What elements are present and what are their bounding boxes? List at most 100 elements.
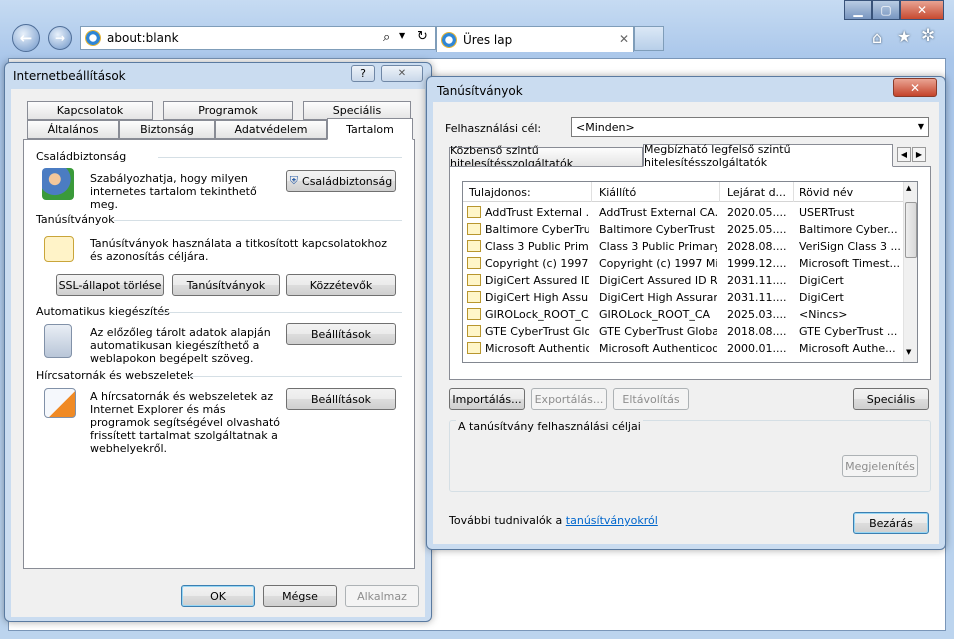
browser-tab[interactable]: Üres lap ✕ [436,26,634,52]
certificate-icon [467,206,481,218]
search-icon[interactable]: ⌕ [383,30,390,45]
family-safety-icon [42,168,74,200]
table-row[interactable]: Class 3 Public Prima... Class 3 Public Pr… [463,238,901,255]
table-row[interactable]: Baltimore CyberTru... Baltimore CyberTrus… [463,221,901,238]
shield-icon: ⛨ [289,174,299,187]
table-row[interactable]: DigiCert High Assur... DigiCert High Assu… [463,289,901,306]
tab-close-icon[interactable]: ✕ [619,32,629,46]
scrollbar-thumb[interactable] [905,202,917,258]
remove-button[interactable]: Eltávolítás [613,388,689,410]
rss-feed-icon [44,388,76,418]
certificate-icon [44,236,74,262]
family-safety-button[interactable]: ⛨ Családbiztonság [286,170,396,192]
certificate-list[interactable]: Tulajdonos: Kiállító Lejárat d... Rövid … [462,181,918,363]
window-controls: ▁ ▢ ✕ [844,0,944,20]
column-header-expiry[interactable]: Lejárat d... [727,186,786,199]
table-cell: 2025.03.... [727,308,787,321]
table-row[interactable]: DigiCert Assured ID... DigiCert Assured I… [463,272,901,289]
scroll-down-icon[interactable]: ▼ [906,348,911,356]
separator [188,376,402,377]
more-info-text: További tudnivalók a tanúsítványokról [449,514,658,527]
table-cell: DigiCert Assured ID... [485,274,589,287]
list-header: Tulajdonos: Kiállító Lejárat d... Rövid … [463,182,903,202]
close-icon: ✕ [397,68,407,79]
vertical-scrollbar[interactable]: ▲ ▼ [903,182,917,362]
certificates-dialog: Tanúsítványok ✕ Felhasználási cél: <Mind… [426,76,946,550]
close-icon[interactable]: ✕ [900,0,944,20]
table-cell: <Nincs> [799,308,848,321]
more-info-link[interactable]: tanúsítványokról [566,514,658,527]
column-header-owner[interactable]: Tulajdonos: [469,186,531,199]
maximize-icon[interactable]: ▢ [872,0,900,20]
table-cell: GTE CyberTrust ... [799,325,898,338]
ie-tab-icon [441,31,457,48]
table-cell: Copyright (c) 1997 Mi... [599,257,717,270]
column-header-friendly-name[interactable]: Rövid név [799,186,853,199]
ok-button[interactable]: OK [181,585,255,607]
tab-security[interactable]: Biztonság [119,120,215,139]
separator [114,220,402,221]
refresh-icon[interactable]: ↻ [417,29,428,44]
table-cell: AddTrust External ... [485,206,589,219]
close-button[interactable]: Bezárás [853,512,929,534]
export-button[interactable]: Exportálás... [531,388,607,410]
scroll-up-icon[interactable]: ▲ [906,184,911,192]
ie-page-icon [85,30,101,46]
apply-button[interactable]: Alkalmaz [345,585,419,607]
table-cell: Baltimore CyberTru... [485,223,589,236]
certificates-close-button[interactable]: ✕ [893,78,937,97]
address-bar[interactable]: about:blank ⌕ ▼ ↻ [80,26,436,50]
certificate-icon [467,274,481,286]
favorites-star-icon[interactable]: ★ [897,27,911,46]
tab-privacy[interactable]: Adatvédelem [215,120,327,139]
table-row[interactable]: Microsoft Authentic... Microsoft Authenti… [463,340,901,357]
forward-button[interactable]: → [48,26,72,50]
minimize-icon[interactable]: ▁ [844,0,872,20]
table-cell: 2031.11.... [727,274,787,287]
tab-programs[interactable]: Programok [163,101,293,120]
table-cell: Microsoft Authe... [799,342,896,355]
tab-scroll-right-icon[interactable]: ▶ [912,147,926,162]
clear-ssl-state-button[interactable]: SSL-állapot törlése [56,274,164,296]
table-cell: DigiCert Assured ID R... [599,274,717,287]
new-tab-button[interactable] [634,26,664,51]
tab-intermediate-cas[interactable]: Közbenső szintű hitelesítésszolgáltatók [449,144,643,170]
tab-trusted-root-cas[interactable]: Megbízható legfelső szintű hitelesítéssz… [643,143,893,169]
autocomplete-settings-button[interactable]: Beállítások [286,323,396,345]
advanced-button[interactable]: Speciális [853,388,929,410]
import-button[interactable]: Importálás... [449,388,525,410]
autocomplete-icon [44,324,72,358]
certificate-icon [467,223,481,235]
tab-content[interactable]: Tartalom [327,118,413,140]
autocomplete-text: Az előzőleg tárolt adatok alapján automa… [90,326,271,365]
cancel-button[interactable]: Mégse [263,585,337,607]
table-cell: Baltimore CyberTrust ... [599,223,717,236]
dialog-close-button[interactable]: ✕ [381,65,423,82]
table-cell: 2018.08.... [727,325,787,338]
tab-general[interactable]: Általános [27,120,119,139]
gear-icon[interactable]: ✲ [921,26,935,46]
view-button[interactable]: Megjelenítés [842,455,918,477]
column-header-issuer[interactable]: Kiállító [599,186,636,199]
table-cell: 1999.12.... [727,257,787,270]
table-cell: 2031.11.... [727,291,787,304]
table-row[interactable]: Copyright (c) 1997 ... Copyright (c) 1997… [463,255,901,272]
table-row[interactable]: AddTrust External ... AddTrust External C… [463,204,901,221]
purpose-select[interactable]: <Minden> ▼ [571,117,929,137]
tab-connections[interactable]: Kapcsolatok [27,101,153,120]
more-info-prefix: További tudnivalók a [449,514,566,527]
table-row[interactable]: GIROLock_ROOT_CA GIROLock_ROOT_CA 2025.03.… [463,306,901,323]
table-row[interactable]: GTE CyberTrust Glo... GTE CyberTrust Glob… [463,323,901,340]
home-icon[interactable]: ⌂ [872,28,882,47]
table-cell: Microsoft Authentic... [485,342,589,355]
table-cell: DigiCert [799,291,844,304]
publishers-button[interactable]: Közzétevők [286,274,396,296]
feeds-settings-button[interactable]: Beállítások [286,388,396,410]
table-cell: Class 3 Public Primary ... [599,240,717,253]
chevron-down-icon[interactable]: ▼ [399,31,405,40]
help-button[interactable]: ? [351,65,375,82]
table-cell: Microsoft Timest... [799,257,901,270]
back-button[interactable]: ← [12,24,40,52]
tab-scroll-left-icon[interactable]: ◀ [897,147,911,162]
certificates-button[interactable]: Tanúsítványok [172,274,280,296]
